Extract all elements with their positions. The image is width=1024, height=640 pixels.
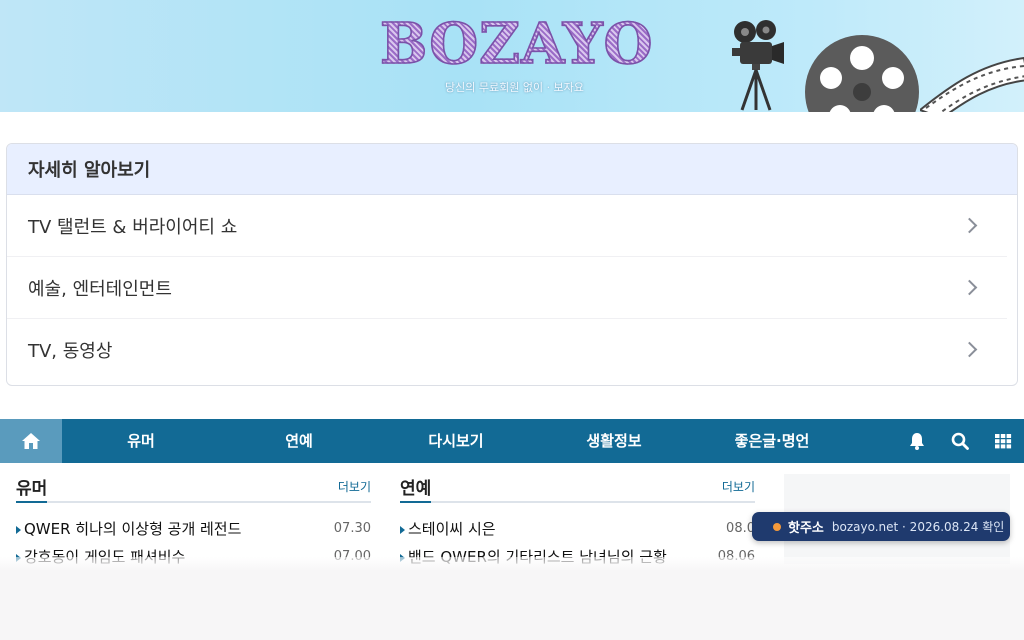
status-dot-icon — [773, 522, 781, 531]
nav-item-replay[interactable]: 다시보기 — [428, 419, 483, 463]
list-item[interactable]: 스테이씨 시은 08.0 — [400, 515, 755, 543]
chevron-right-icon — [961, 341, 978, 358]
site-tagline: 당신의 무료회원 없이 · 보자요 — [445, 81, 584, 94]
post-title: QWER 히나의 이상형 공개 레전드 — [24, 520, 242, 538]
post-date: 07.30 — [333, 521, 371, 536]
site-logo[interactable]: BOZAYO — [379, 13, 653, 75]
toast-message: bozayo.net · 2026.08.24 확인 — [831, 520, 1005, 534]
home-button[interactable] — [0, 419, 62, 463]
card-link-tv-video[interactable]: TV, 동영상 — [7, 319, 1007, 380]
card-link-tv-talent[interactable]: TV 탤런트 & 버라이어티 쇼 — [7, 195, 1007, 257]
nav-item-humor[interactable]: 유머 — [127, 419, 155, 463]
post-title: 스테이씨 시은 — [408, 520, 496, 538]
home-icon — [22, 433, 40, 449]
card-link-label: TV, 동영상 — [28, 340, 113, 362]
hot-address-toast[interactable]: 핫주소 bozayo.net · 2026.08.24 확인 — [752, 512, 1010, 541]
list-item[interactable]: QWER 히나의 이상형 공개 레전드 07.30 — [16, 515, 371, 543]
more-link[interactable]: 더보기 — [722, 478, 755, 495]
toast-label: 핫주소 — [788, 521, 824, 536]
section-title: 유머 — [16, 474, 48, 503]
bell-icon[interactable] — [907, 431, 927, 451]
post-date: 08.0 — [726, 521, 755, 536]
section-header: 유머 더보기 — [16, 474, 371, 503]
bottom-fade-overlay — [0, 557, 1024, 640]
card-link-label: 예술, 엔터테인먼트 — [28, 278, 172, 300]
grid-menu-icon[interactable] — [993, 431, 1013, 451]
main-navbar: 유머 연예 다시보기 생활정보 좋은글·명언 — [0, 419, 1024, 463]
filmstrip-icon — [920, 56, 1024, 112]
more-link[interactable]: 더보기 — [338, 478, 371, 495]
learn-more-card: 자세히 알아보기 TV 탤런트 & 버라이어티 쇼 예술, 엔터테인먼트 TV,… — [6, 143, 1018, 386]
section-header: 연예 더보기 — [400, 474, 755, 503]
film-reel-icon — [805, 35, 919, 112]
card-link-label: TV 탤런트 & 버라이어티 쇼 — [28, 216, 238, 238]
search-icon[interactable] — [950, 431, 970, 451]
chevron-right-icon — [961, 217, 978, 234]
site-banner: BOZAYO 당신의 무료회원 없이 · 보자요 — [0, 0, 1024, 112]
section-title: 연예 — [400, 474, 432, 503]
nav-item-entertainment[interactable]: 연예 — [285, 419, 313, 463]
card-title: 자세히 알아보기 — [7, 144, 1017, 195]
chevron-right-icon — [961, 279, 978, 296]
nav-item-life-info[interactable]: 생활정보 — [586, 419, 641, 463]
movie-camera-icon — [732, 20, 784, 111]
nav-item-quotes[interactable]: 좋은글·명언 — [735, 419, 810, 463]
card-link-arts-entertainment[interactable]: 예술, 엔터테인먼트 — [7, 257, 1007, 319]
